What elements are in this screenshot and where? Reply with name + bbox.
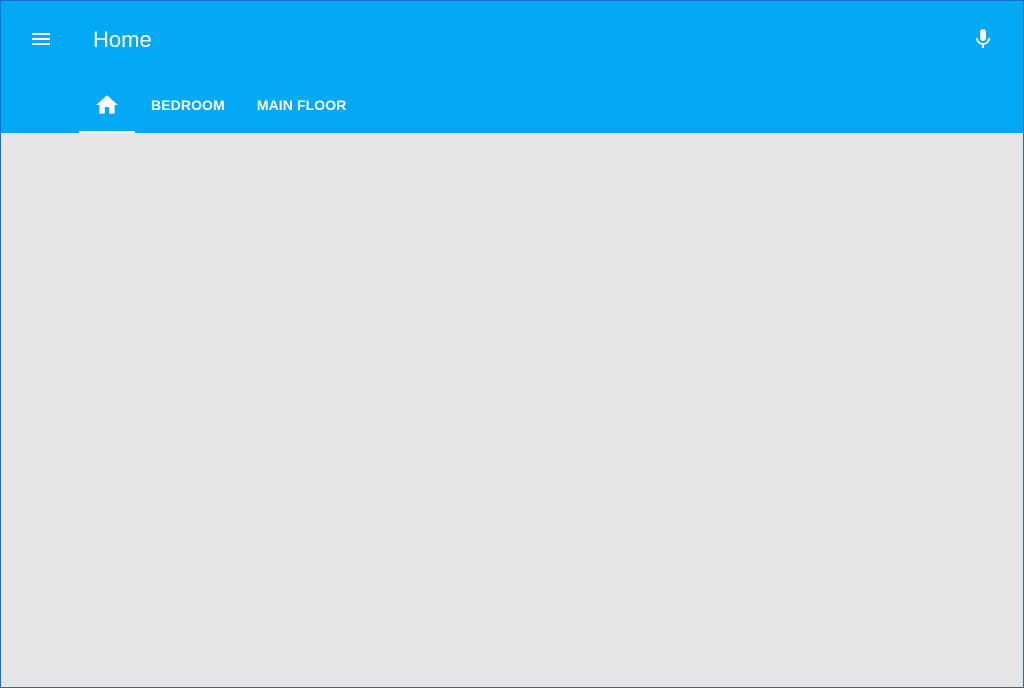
tab-main-floor[interactable]: MAIN FLOOR — [241, 77, 363, 133]
app-header: Home BEDROOM MAIN FLOOR — [1, 1, 1023, 133]
page-title: Home — [93, 27, 152, 52]
dashboard-content — [1, 133, 1023, 687]
tab-main-floor-label: MAIN FLOOR — [256, 97, 347, 113]
menu-icon — [32, 33, 50, 45]
microphone-icon — [976, 29, 990, 48]
view-tabs: BEDROOM MAIN FLOOR — [79, 77, 362, 133]
menu-button[interactable] — [23, 21, 59, 57]
tab-bedroom[interactable]: BEDROOM — [135, 77, 241, 133]
tab-home[interactable] — [79, 77, 135, 133]
home-icon — [96, 95, 118, 114]
app-window: Home BEDROOM MAIN FLOOR — [0, 0, 1024, 687]
tab-bedroom-label: BEDROOM — [151, 97, 225, 113]
voice-command-button[interactable] — [965, 21, 1001, 57]
toolbar: Home — [1, 1, 1023, 77]
